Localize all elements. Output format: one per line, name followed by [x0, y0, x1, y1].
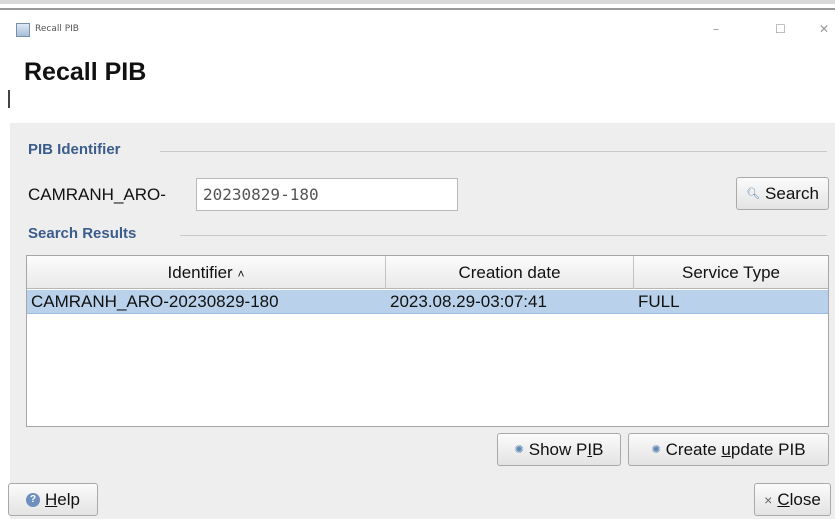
cell-identifier: CAMRANH_ARO-20230829-180 — [31, 292, 279, 311]
create-update-pib-label: Create update PIB — [665, 439, 806, 459]
column-header-creation-date[interactable]: Creation date — [386, 256, 634, 289]
screen-top-edge — [0, 0, 835, 4]
sort-ascending-icon: ˄ — [237, 267, 245, 281]
show-pib-label: Show PIB — [528, 439, 604, 459]
search-button[interactable]: 🔍︎ Search — [736, 177, 829, 210]
table-header: Identifier ˄ Creation date Service Type — [27, 256, 828, 289]
search-results-section-title: Search Results — [28, 225, 143, 242]
search-icon: 🔍︎ — [746, 188, 761, 200]
search-results-table[interactable]: Identifier ˄ Creation date Service Type … — [26, 255, 829, 427]
pib-identifier-section-title: PIB Identifier — [28, 141, 127, 158]
maximize-icon[interactable]: ☐ — [775, 22, 786, 36]
minimize-icon[interactable]: – — [713, 22, 719, 36]
table-row[interactable]: CAMRANH_ARO-20230829-180 2023.08.29-03:0… — [27, 290, 828, 314]
identifier-prefix-label: CAMRANH_ARO- — [28, 185, 166, 204]
column-header-identifier[interactable]: Identifier ˄ — [27, 256, 386, 289]
column-header-label: Identifier — [167, 263, 233, 282]
close-button[interactable]: × Close — [754, 483, 831, 516]
section-divider — [180, 235, 827, 236]
column-header-service-type[interactable]: Service Type — [634, 256, 828, 289]
help-button[interactable]: ? Help — [8, 483, 98, 516]
create-update-pib-button[interactable]: ✺ Create update PIB — [628, 433, 829, 466]
show-pib-button[interactable]: ✺ Show PIB — [497, 433, 621, 466]
window-title: Recall PIB — [35, 24, 79, 34]
pib-identifier-input[interactable] — [196, 178, 458, 211]
search-button-label: Search — [765, 183, 819, 203]
close-window-icon[interactable]: ✕ — [819, 22, 829, 36]
close-label: Close — [777, 489, 821, 509]
dialog-content: PIB Identifier CAMRANH_ARO- 🔍︎ Search Se… — [8, 123, 835, 519]
help-label: Help — [45, 489, 80, 509]
window-top-border — [0, 8, 835, 10]
close-x-icon: × — [764, 491, 773, 508]
cell-creation-date: 2023.08.29-03:07:41 — [390, 292, 547, 311]
app-window-icon — [16, 23, 30, 37]
section-divider — [160, 151, 827, 152]
window-titlebar[interactable]: Recall PIB – ☐ ✕ — [10, 12, 835, 42]
page-title: Recall PIB — [24, 58, 147, 86]
help-icon: ? — [26, 492, 41, 507]
gear-icon: ✺ — [651, 444, 661, 456]
window-edge-marker — [8, 90, 10, 108]
gear-icon: ✺ — [514, 444, 524, 456]
cell-service-type: FULL — [638, 292, 680, 311]
